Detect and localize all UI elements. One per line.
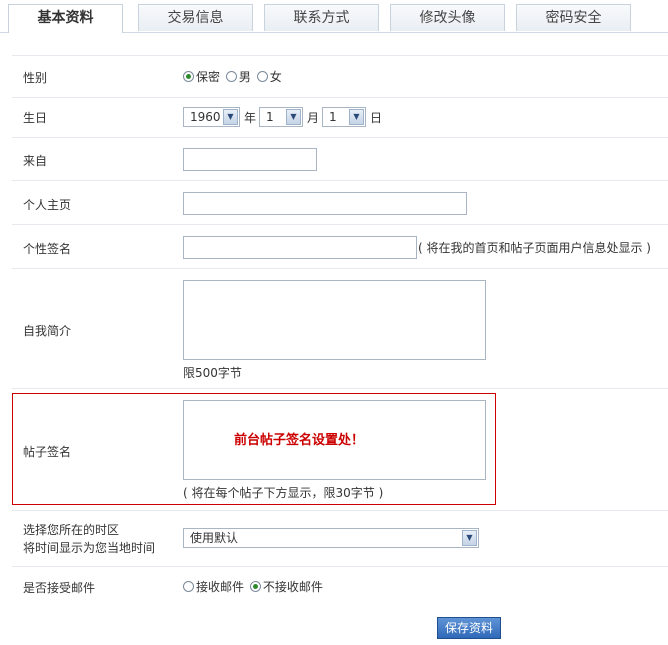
birth-year-value: 1960: [190, 110, 221, 124]
row-bio: 自我简介 限500字节: [12, 268, 668, 388]
row-from: 来自: [12, 137, 668, 180]
gender-secret-label: 保密: [196, 70, 221, 84]
chevron-down-icon: ▼: [286, 109, 301, 125]
timezone-label-line2: 将时间显示为您当地时间: [23, 541, 156, 555]
gender-options: 保密 男 女: [183, 68, 284, 85]
gender-male-radio[interactable]: [225, 71, 237, 82]
email-receive-label: 接收邮件: [196, 580, 245, 594]
tab-avatar[interactable]: 修改头像: [390, 4, 505, 31]
chevron-down-icon: ▼: [462, 530, 477, 546]
gender-female-radio[interactable]: [256, 71, 268, 82]
email-reject-label: 不接收邮件: [262, 580, 323, 594]
birth-month-select[interactable]: 1 ▼: [259, 107, 303, 127]
tab-contact[interactable]: 联系方式: [264, 4, 379, 31]
tab-password[interactable]: 密码安全: [516, 4, 631, 31]
signature-input[interactable]: [183, 236, 417, 259]
row-timezone: 选择您所在的时区 将时间显示为您当地时间 使用默认 ▼: [12, 510, 668, 566]
bio-limit: 限500字节: [183, 366, 242, 380]
chevron-down-icon: ▼: [349, 109, 364, 125]
tab-basic-info[interactable]: 基本资料: [8, 4, 123, 33]
chevron-down-icon: ▼: [223, 109, 238, 125]
birth-day-value: 1: [329, 110, 337, 124]
birth-month-value: 1: [266, 110, 274, 124]
bio-textarea[interactable]: [183, 280, 486, 360]
row-homepage: 个人主页: [12, 180, 668, 224]
year-unit: 年: [244, 111, 257, 125]
day-unit: 日: [370, 111, 383, 125]
email-receive-radio[interactable]: [183, 581, 194, 592]
tab-trade-info[interactable]: 交易信息: [138, 4, 253, 31]
tab-bar: 基本资料 交易信息 联系方式 修改头像 密码安全: [0, 0, 668, 33]
gender-label: 性别: [23, 71, 48, 85]
email-label: 是否接受邮件: [23, 581, 96, 595]
homepage-label: 个人主页: [23, 198, 72, 212]
bio-label: 自我简介: [23, 324, 72, 338]
gender-secret-radio[interactable]: [183, 71, 194, 82]
email-options: 接收邮件 不接收邮件: [183, 578, 325, 595]
email-reject-radio[interactable]: [249, 581, 261, 592]
from-input[interactable]: [183, 148, 317, 171]
timezone-label-line1: 选择您所在的时区: [23, 523, 120, 537]
gender-female-label: 女: [269, 70, 282, 84]
homepage-input[interactable]: [183, 192, 467, 215]
signature-hint: ( 将在我的首页和帖子页面用户信息处显示 ): [418, 241, 651, 255]
row-email: 是否接受邮件 接收邮件 不接收邮件: [12, 566, 668, 606]
month-unit: 月: [307, 111, 320, 125]
gender-male-label: 男: [238, 70, 251, 84]
highlight-box: [12, 393, 496, 505]
birthday-label: 生日: [23, 111, 48, 125]
birth-day-select[interactable]: 1 ▼: [322, 107, 366, 127]
row-signature: 个性签名 ( 将在我的首页和帖子页面用户信息处显示 ): [12, 224, 668, 268]
row-birthday: 生日 1960 ▼ 年 1 ▼ 月 1 ▼ 日: [12, 97, 668, 137]
save-button[interactable]: 保存资料: [437, 617, 501, 639]
timezone-value: 使用默认: [190, 531, 239, 545]
signature-label: 个性签名: [23, 242, 72, 256]
birth-year-select[interactable]: 1960 ▼: [183, 107, 240, 127]
row-gender: 性别 保密 男 女: [12, 55, 668, 97]
from-label: 来自: [23, 154, 48, 168]
timezone-select[interactable]: 使用默认 ▼: [183, 528, 479, 548]
